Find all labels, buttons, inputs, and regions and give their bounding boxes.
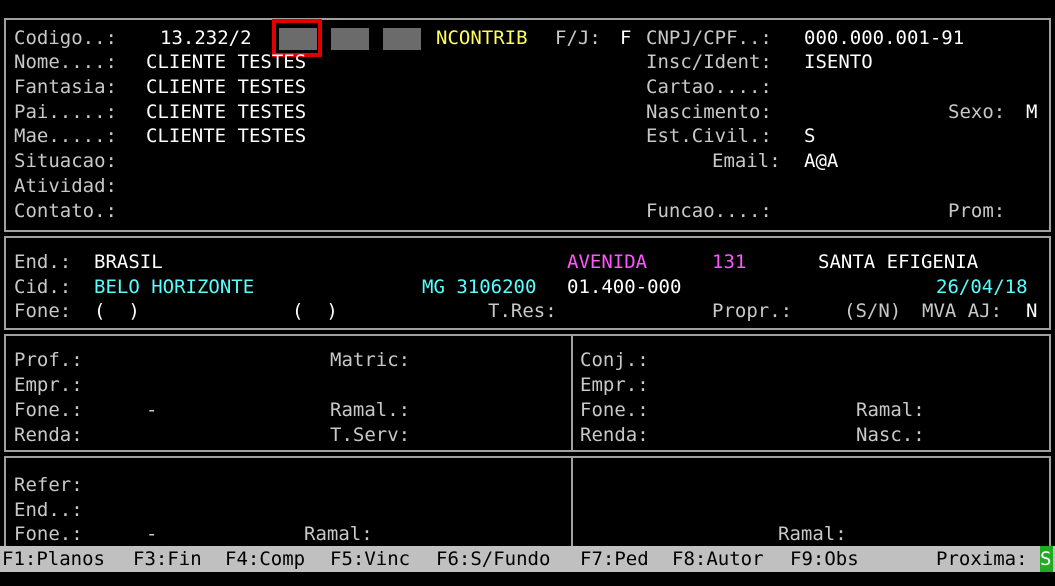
insc-value[interactable]: ISENTO: [804, 50, 873, 75]
cid-label: Cid.:: [14, 276, 72, 298]
tserv-label: T.Serv:: [330, 424, 411, 446]
city-value[interactable]: BELO HORIZONTE: [94, 275, 254, 300]
ref-fone-label: Fone.:: [14, 523, 83, 545]
prom-label: Prom:: [948, 200, 1006, 222]
refer-label: Refer:: [14, 474, 83, 496]
conj-empr-label: Empr.:: [580, 374, 649, 396]
ref2-ramal-label: Ramal:: [778, 523, 847, 545]
conj-label: Conj.:: [580, 349, 649, 371]
fantasia-label: Fantasia:: [14, 76, 117, 98]
mae-value[interactable]: CLIENTE TESTES: [146, 124, 306, 149]
insc-label: Insc/Ident:: [646, 51, 772, 73]
f8-autor-key[interactable]: F8:Autor: [672, 546, 764, 572]
tres-label: T.Res:: [488, 300, 557, 322]
conj-renda-label: Renda:: [580, 424, 649, 446]
f4-comp-key[interactable]: F4:Comp: [225, 546, 305, 572]
funcao-label: Funcao....:: [646, 200, 772, 222]
function-key-bar: F1:Planos F3:Fin F4:Comp F5:Vinc F6:S/Fu…: [0, 546, 1055, 572]
f1-planos-key[interactable]: F1:Planos: [2, 546, 105, 572]
nome-value[interactable]: CLIENTE TESTES: [146, 50, 306, 75]
fone-label: Fone:: [14, 300, 72, 322]
f3-fin-key[interactable]: F3:Fin: [133, 546, 202, 572]
fj-value[interactable]: F: [620, 26, 631, 51]
work-divider: [571, 336, 573, 450]
f6-sfundo-key[interactable]: F6:S/Fundo: [436, 546, 550, 572]
contato-label: Contato.:: [14, 200, 117, 222]
pai-label: Pai.....:: [14, 101, 117, 123]
codigo-field-2[interactable]: [331, 28, 369, 50]
fone2-value[interactable]: ( ): [292, 299, 338, 324]
mva-value[interactable]: N: [1026, 299, 1037, 324]
ref-end-label: End..:: [14, 499, 83, 521]
codigo-field-3[interactable]: [383, 28, 421, 50]
sexo-value[interactable]: M: [1026, 100, 1037, 125]
cartao-label: Cartao....:: [646, 76, 772, 98]
street-type[interactable]: AVENIDA: [567, 250, 647, 275]
f5-vinc-key[interactable]: F5:Vinc: [330, 546, 410, 572]
ref-fone-dash[interactable]: -: [146, 522, 157, 547]
cnpj-label: CNPJ/CPF..:: [646, 27, 772, 49]
fantasia-value[interactable]: CLIENTE TESTES: [146, 75, 306, 100]
nome-label: Nome....:: [14, 51, 117, 73]
mva-label: MVA AJ:: [922, 300, 1003, 322]
f7-ped-key[interactable]: F7:Ped: [580, 546, 649, 572]
matric-label: Matric:: [330, 349, 411, 371]
estcivil-label: Est.Civil.:: [646, 125, 772, 147]
proxima-input[interactable]: S: [1040, 546, 1053, 572]
work-ramal-label: Ramal.:: [330, 399, 411, 421]
fj-label: F/J:: [555, 27, 601, 49]
district-value[interactable]: SANTA EFIGENIA: [818, 250, 978, 275]
terminal-screen: Codigo..: 13.232/2 NCONTRIB F/J: F CNPJ/…: [0, 0, 1055, 586]
date-value: 26/04/18: [936, 276, 1028, 298]
end-value[interactable]: BRASIL: [94, 250, 163, 275]
fone1-value[interactable]: ( ): [94, 299, 140, 324]
proxima-label: Proxima:: [936, 548, 1028, 570]
street-number[interactable]: 131: [712, 250, 746, 275]
conj-nasc-label: Nasc.:: [856, 424, 925, 446]
ref-ramal-label: Ramal:: [304, 523, 373, 545]
nascimento-label: Nascimento:: [646, 101, 772, 123]
propr-label: Propr.:: [712, 300, 793, 322]
sexo-label: Sexo:: [948, 101, 1006, 123]
codigo-value[interactable]: 13.232/2: [160, 26, 252, 51]
conj-fone-label: Fone.:: [580, 399, 649, 421]
uf-code-value[interactable]: MG 3106200: [422, 275, 536, 300]
ncontrib-label: NCONTRIB: [436, 27, 528, 49]
sn-label: (S/N): [844, 300, 902, 322]
reference-divider: [571, 458, 573, 546]
reference-frame: [4, 456, 1051, 558]
codigo-label: Codigo..:: [14, 27, 117, 49]
prof-label: Prof.:: [14, 349, 83, 371]
conj-ramal-label: Ramal:: [856, 399, 925, 421]
mae-label: Mae.....:: [14, 125, 117, 147]
cnpj-value[interactable]: 000.000.001-91: [804, 26, 964, 51]
work-fone-dash[interactable]: -: [146, 398, 157, 423]
renda-label: Renda:: [14, 424, 83, 446]
pai-value[interactable]: CLIENTE TESTES: [146, 100, 306, 125]
email-label: Email:: [712, 150, 781, 172]
estcivil-value[interactable]: S: [804, 124, 815, 149]
f9-obs-key[interactable]: F9:Obs: [790, 546, 859, 572]
atividad-label: Atividad:: [14, 175, 117, 197]
email-value[interactable]: A@A: [804, 149, 838, 174]
end-label: End.:: [14, 251, 72, 273]
cep-value[interactable]: 01.400-000: [567, 275, 681, 300]
empr-label: Empr.:: [14, 374, 83, 396]
situacao-label: Situacao:: [14, 150, 117, 172]
work-fone-label: Fone.:: [14, 399, 83, 421]
